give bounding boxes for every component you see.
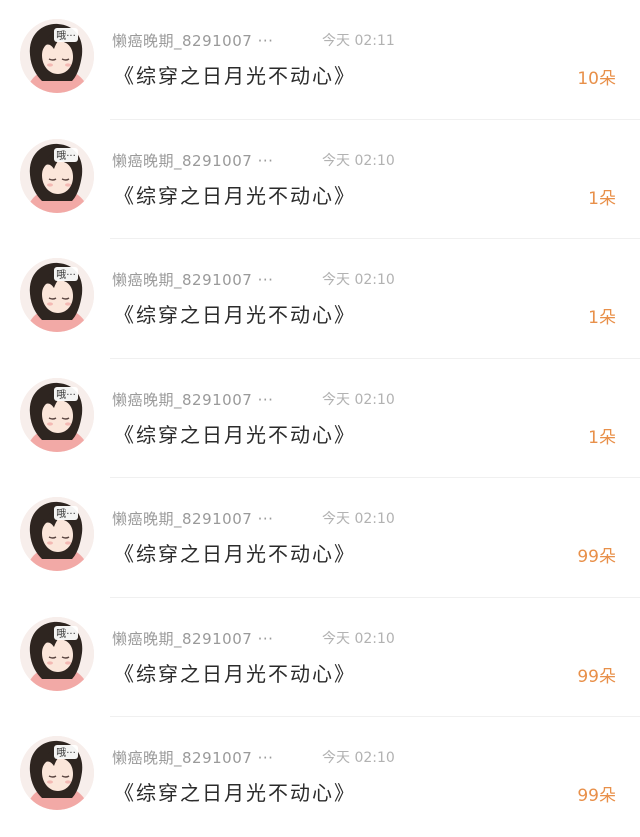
avatar-bubble-text: 哦··· [56, 30, 76, 42]
avatar-anime-girl-icon: 哦··· [20, 377, 94, 452]
book-title[interactable]: 《综穿之日月光不动心》 [114, 658, 356, 687]
book-title[interactable]: 《综穿之日月光不动心》 [114, 538, 356, 567]
timestamp: 今天 02:10 [322, 511, 395, 527]
flower-count: 1朵 [588, 308, 616, 328]
sender-name[interactable]: 懒癌晚期_8291007 ··· [112, 269, 273, 290]
book-title[interactable]: 《综穿之日月光不动心》 [114, 419, 356, 448]
avatar[interactable]: 哦··· [20, 19, 94, 93]
book-title[interactable]: 《综穿之日月光不动心》 [114, 299, 356, 328]
list-item[interactable]: 哦··· 懒癌晚期_8291007 ··· 今天 02:10 《综穿之日月光不动… [0, 598, 640, 717]
avatar-anime-girl-icon: 哦··· [20, 19, 94, 93]
book-title[interactable]: 《综穿之日月光不动心》 [114, 777, 356, 806]
avatar-anime-girl-icon: 哦··· [20, 616, 94, 691]
avatar-anime-girl-icon: 哦··· [20, 258, 94, 332]
sender-name[interactable]: 懒癌晚期_8291007 ··· [112, 508, 273, 529]
flower-count: 10朵 [577, 69, 616, 89]
avatar[interactable]: 哦··· [20, 616, 94, 691]
timestamp: 今天 02:10 [322, 391, 395, 408]
sender-name[interactable]: 懒癌晚期_8291007 ··· [112, 628, 273, 649]
book-title[interactable]: 《综穿之日月光不动心》 [114, 60, 356, 89]
timestamp: 今天 02:10 [322, 272, 395, 288]
sender-name[interactable]: 懒癌晚期_8291007 ··· [112, 389, 273, 410]
timestamp: 今天 02:10 [322, 750, 395, 766]
avatar-bubble-text: 哦··· [56, 150, 76, 162]
flower-count: 1朵 [588, 188, 616, 209]
list-item[interactable]: 哦··· 懒癌晚期_8291007 ··· 今天 02:10 《综穿之日月光不动… [0, 478, 640, 598]
timestamp: 今天 02:11 [322, 33, 395, 49]
list-item[interactable]: 哦··· 懒癌晚期_8291007 ··· 今天 02:10 《综穿之日月光不动… [0, 120, 640, 239]
timestamp: 今天 02:10 [322, 152, 395, 169]
list-item[interactable]: 哦··· 懒癌晚期_8291007 ··· 今天 02:10 《综穿之日月光不动… [0, 239, 640, 359]
avatar-bubble-text: 哦··· [56, 389, 76, 401]
sender-name[interactable]: 懒癌晚期_8291007 ··· [112, 150, 273, 171]
list-item[interactable]: 哦··· 懒癌晚期_8291007 ··· 今天 02:10 《综穿之日月光不动… [0, 359, 640, 478]
avatar[interactable]: 哦··· [20, 258, 94, 332]
avatar[interactable]: 哦··· [20, 497, 94, 571]
list-item[interactable]: 哦··· 懒癌晚期_8291007 ··· 今天 02:10 《综穿之日月光不动… [0, 717, 640, 837]
list-item[interactable]: 哦··· 懒癌晚期_8291007 ··· 今天 02:11 《综穿之日月光不动… [0, 0, 640, 120]
avatar-bubble-text: 哦··· [56, 508, 76, 520]
book-title[interactable]: 《综穿之日月光不动心》 [114, 180, 356, 209]
gift-record-list: 哦··· 懒癌晚期_8291007 ··· 今天 02:11 《综穿之日月光不动… [0, 0, 640, 833]
flower-count: 99朵 [577, 786, 616, 806]
avatar[interactable]: 哦··· [20, 138, 94, 213]
sender-name[interactable]: 懒癌晚期_8291007 ··· [112, 747, 273, 768]
avatar-anime-girl-icon: 哦··· [20, 497, 94, 571]
flower-count: 99朵 [577, 547, 616, 567]
avatar-bubble-text: 哦··· [56, 628, 76, 640]
avatar[interactable]: 哦··· [20, 377, 94, 452]
avatar-anime-girl-icon: 哦··· [20, 736, 94, 810]
flower-count: 1朵 [588, 427, 616, 448]
sender-name[interactable]: 懒癌晚期_8291007 ··· [112, 30, 273, 51]
avatar-bubble-text: 哦··· [56, 269, 76, 281]
avatar[interactable]: 哦··· [20, 736, 94, 810]
avatar-anime-girl-icon: 哦··· [20, 138, 94, 213]
avatar-bubble-text: 哦··· [56, 747, 76, 759]
timestamp: 今天 02:10 [322, 630, 395, 647]
flower-count: 99朵 [577, 666, 616, 687]
